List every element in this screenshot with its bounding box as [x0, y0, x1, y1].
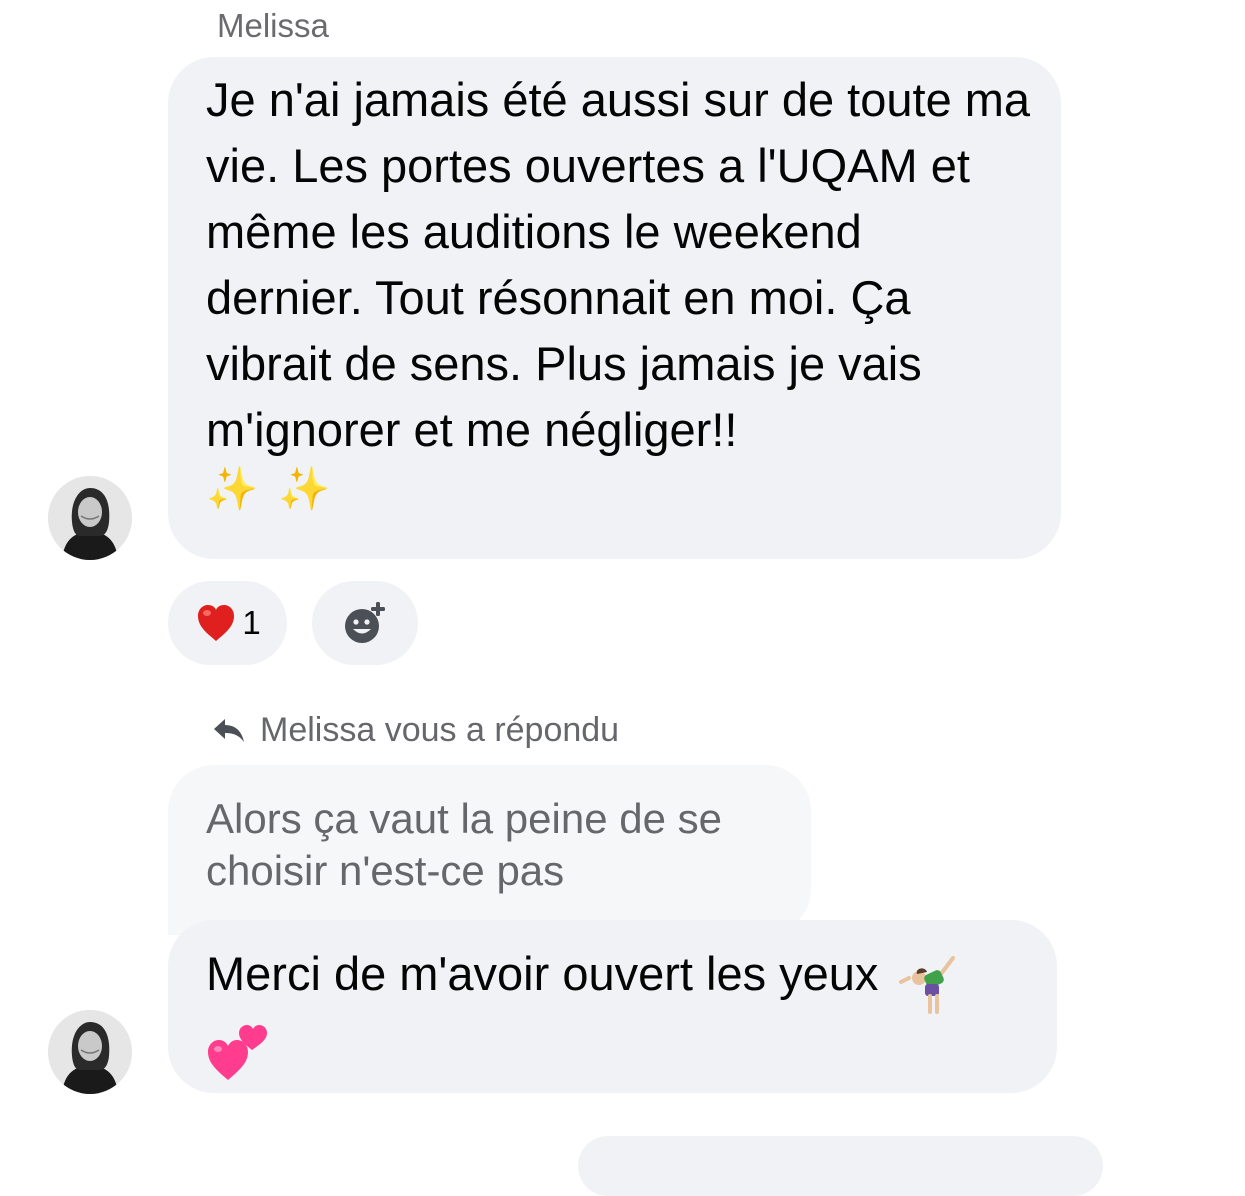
quoted-text: Alors ça vaut la peine de se choisir n'e… [206, 795, 722, 894]
reaction-heart-pill[interactable]: 1 [168, 581, 287, 665]
reply-label-text: Melissa vous a répondu [260, 710, 620, 749]
reply-label: Melissa vous a répondu [212, 710, 619, 750]
sender-name: Melissa [217, 7, 329, 44]
reply-message-bubble[interactable]: Merci de m'avoir ouvert les yeux [168, 920, 1057, 1093]
reaction-count: 1 [242, 604, 261, 641]
message-text: Je n'ai jamais été aussi sur de toute ma… [206, 73, 1031, 456]
two-hearts-icon [208, 1024, 267, 1080]
add-emoji-icon [345, 602, 385, 643]
next-message-bubble[interactable] [578, 1136, 1103, 1196]
reply-arrow-icon [214, 719, 244, 742]
quoted-message[interactable]: Alors ça vaut la peine de se choisir n'e… [168, 765, 811, 935]
message-bubble[interactable]: Je n'ai jamais été aussi sur de toute ma… [168, 57, 1061, 559]
avatar[interactable] [48, 1010, 132, 1094]
cartwheel-icon [898, 955, 955, 1014]
reply-text: Merci de m'avoir ouvert les yeux [206, 947, 879, 1000]
add-reaction-button[interactable] [312, 581, 418, 665]
avatar[interactable] [48, 476, 132, 560]
heart-icon [198, 605, 235, 641]
sparkles-emoji: ✨ ✨ [206, 465, 335, 512]
